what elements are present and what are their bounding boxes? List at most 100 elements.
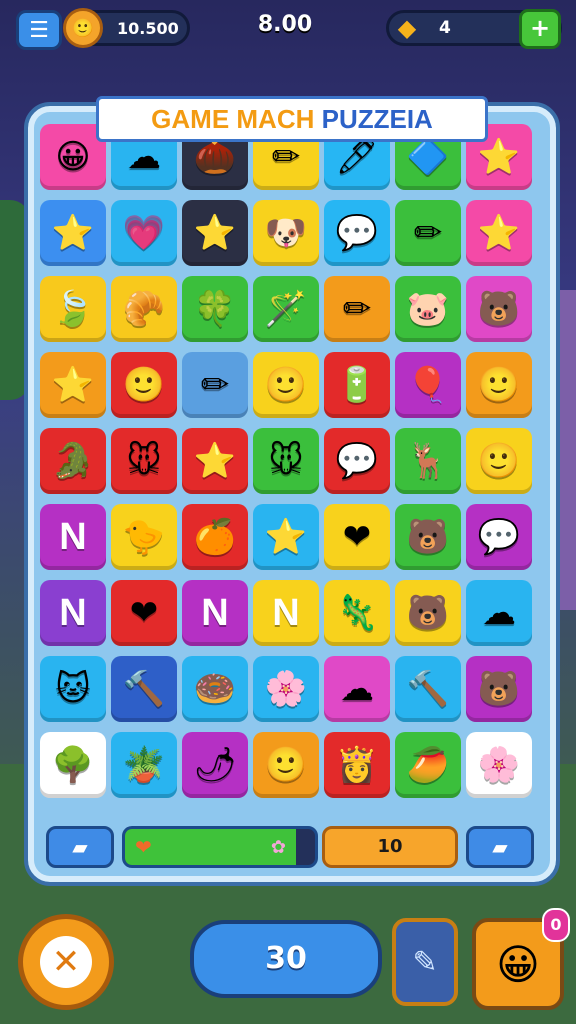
- tile-icon: 🐻: [406, 593, 450, 633]
- game-tile[interactable]: N: [40, 580, 106, 646]
- game-tile[interactable]: 🔨: [111, 656, 177, 722]
- game-tile[interactable]: 🐤: [111, 504, 177, 570]
- game-tile[interactable]: 🐷: [395, 276, 461, 342]
- eraser-right-button[interactable]: ▰: [466, 826, 534, 868]
- game-tile[interactable]: 🙂: [253, 352, 319, 418]
- game-tile[interactable]: 🥐: [111, 276, 177, 342]
- game-tile[interactable]: N: [182, 580, 248, 646]
- progress-fill: ❤ ✿: [125, 829, 296, 865]
- game-tile[interactable]: 💬: [324, 428, 390, 494]
- menu-button[interactable]: ☰: [16, 10, 62, 50]
- tile-icon: 🐻: [477, 669, 521, 709]
- tile-icon: 👸: [335, 745, 379, 785]
- tile-icon: 💗: [122, 213, 166, 253]
- close-button[interactable]: ✕: [18, 914, 114, 1010]
- game-tile[interactable]: 🥭: [395, 732, 461, 798]
- game-tile[interactable]: 🐶: [253, 200, 319, 266]
- progress-bar: ❤ ✿: [122, 826, 318, 868]
- game-tile[interactable]: ❤: [324, 504, 390, 570]
- tile-icon: 🌸: [264, 669, 308, 709]
- tile-icon: ✏: [271, 137, 301, 177]
- game-tile[interactable]: ❤: [111, 580, 177, 646]
- tile-icon: 🐷: [406, 289, 450, 329]
- tile-icon: 💬: [477, 517, 521, 557]
- tile-icon: 🙂: [477, 365, 521, 405]
- game-tile[interactable]: 🐭: [111, 428, 177, 494]
- game-tile[interactable]: N: [40, 504, 106, 570]
- game-tile[interactable]: ⭐: [40, 200, 106, 266]
- game-tile[interactable]: 🐊: [40, 428, 106, 494]
- game-tile[interactable]: ⭐: [40, 352, 106, 418]
- game-tile[interactable]: 💬: [324, 200, 390, 266]
- tile-icon: 🔋: [335, 365, 379, 405]
- moves-button[interactable]: 30: [190, 920, 382, 998]
- game-tile[interactable]: 🎈: [395, 352, 461, 418]
- game-tile[interactable]: 🌶: [182, 732, 248, 798]
- game-tile[interactable]: 🐻: [395, 580, 461, 646]
- game-tile[interactable]: 🪴: [111, 732, 177, 798]
- game-tile[interactable]: ⭐: [182, 428, 248, 494]
- game-tile[interactable]: 🌸: [466, 732, 532, 798]
- game-tile[interactable]: 🍊: [182, 504, 248, 570]
- game-tile[interactable]: 🍃: [40, 276, 106, 342]
- tile-icon: ⭐: [193, 213, 237, 253]
- game-tile[interactable]: 🦎: [324, 580, 390, 646]
- game-tile[interactable]: 🔨: [395, 656, 461, 722]
- flower-icon: ✿: [270, 836, 286, 858]
- tile-icon: 🙂: [264, 745, 308, 785]
- game-tile[interactable]: 🙂: [466, 352, 532, 418]
- game-tile[interactable]: 🐻: [395, 504, 461, 570]
- title-part-2: CH: [276, 104, 322, 134]
- tile-icon: 😀: [55, 137, 91, 177]
- tile-icon: ✏: [342, 289, 372, 329]
- game-tile[interactable]: 💗: [111, 200, 177, 266]
- tile-icon: ❤: [129, 593, 159, 633]
- game-tile[interactable]: ✏: [395, 200, 461, 266]
- tile-icon: 🖊: [335, 137, 379, 177]
- close-icon: ✕: [40, 936, 92, 988]
- game-tile[interactable]: 🌳: [40, 732, 106, 798]
- game-tile[interactable]: ⭐: [253, 504, 319, 570]
- game-tile[interactable]: 💬: [466, 504, 532, 570]
- game-tile[interactable]: N: [253, 580, 319, 646]
- game-tile[interactable]: ⭐: [466, 200, 532, 266]
- game-tile[interactable]: 🐻: [466, 656, 532, 722]
- game-title: GAME MACH PUZZEIA: [96, 96, 488, 142]
- game-tile[interactable]: 🍩: [182, 656, 248, 722]
- game-tile[interactable]: 🐭: [253, 428, 319, 494]
- game-tile[interactable]: ☁: [466, 580, 532, 646]
- tile-icon: 🪄: [264, 289, 308, 329]
- tile-icon: 🐤: [122, 517, 166, 557]
- game-tile[interactable]: ✏: [182, 352, 248, 418]
- tile-icon: 🌸: [477, 745, 521, 785]
- game-tile[interactable]: 🐱: [40, 656, 106, 722]
- tile-icon: 🌳: [51, 745, 95, 785]
- eraser-icon: ▰: [72, 835, 88, 859]
- game-tile[interactable]: 🐻: [466, 276, 532, 342]
- tile-icon: 🐊: [51, 441, 95, 481]
- game-tile[interactable]: 🙂: [466, 428, 532, 494]
- game-tile[interactable]: 🌸: [253, 656, 319, 722]
- game-tile[interactable]: ✏: [324, 276, 390, 342]
- game-tile[interactable]: 🙂: [253, 732, 319, 798]
- game-tile[interactable]: 👸: [324, 732, 390, 798]
- eraser-left-button[interactable]: ▰: [46, 826, 114, 868]
- game-tile[interactable]: 🔋: [324, 352, 390, 418]
- tile-icon: 🍩: [193, 669, 237, 709]
- tile-icon: 🔨: [406, 669, 450, 709]
- game-tile[interactable]: ⭐: [182, 200, 248, 266]
- tile-icon: 🐭: [126, 441, 162, 481]
- game-tile[interactable]: 🪄: [253, 276, 319, 342]
- game-tile[interactable]: ☁: [324, 656, 390, 722]
- game-tile[interactable]: 🍀: [182, 276, 248, 342]
- tool-button[interactable]: ✎: [392, 918, 458, 1006]
- add-gems-button[interactable]: +: [519, 9, 561, 49]
- tile-icon: 💬: [335, 441, 379, 481]
- tile-icon: ❤: [342, 517, 372, 557]
- game-tile[interactable]: 🙂: [111, 352, 177, 418]
- tile-icon: 🔨: [122, 669, 166, 709]
- tile-icon: ☁: [127, 137, 161, 177]
- tile-icon: N: [59, 591, 87, 634]
- game-tile[interactable]: 🦌: [395, 428, 461, 494]
- tile-icon: 🦌: [406, 441, 450, 481]
